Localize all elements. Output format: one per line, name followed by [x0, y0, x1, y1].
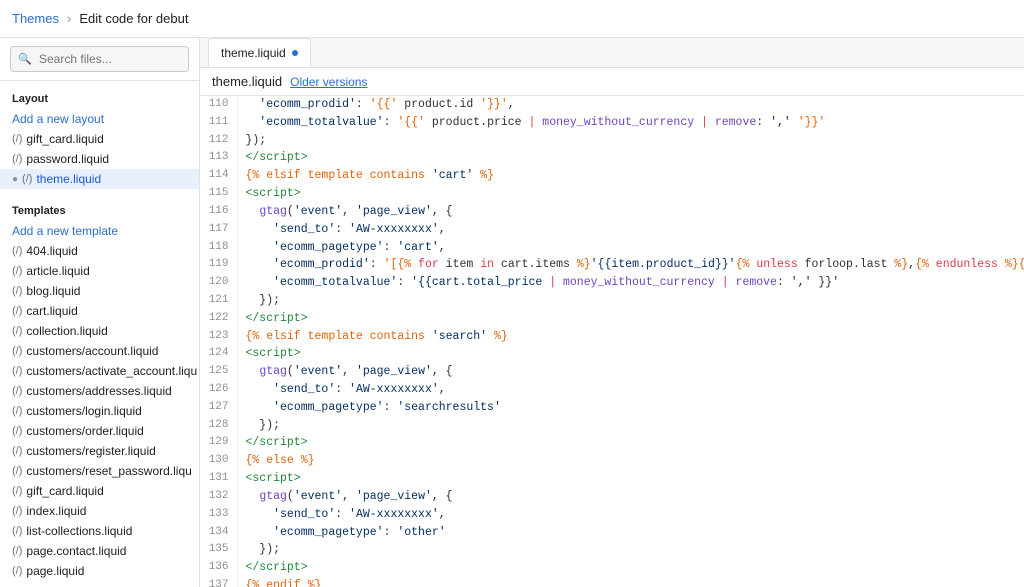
- editor-header: theme.liquid Older versions: [200, 68, 1024, 96]
- list-item[interactable]: (/)cart.liquid: [0, 301, 199, 321]
- code-line: 122 </script>: [201, 310, 1024, 328]
- code-line: 134 'ecomm_pagetype': 'other': [201, 524, 1024, 542]
- code-table: 110 'ecomm_prodid': '{{' product.id '}}'…: [200, 96, 1024, 587]
- code-editor[interactable]: 110 'ecomm_prodid': '{{' product.id '}}'…: [200, 96, 1024, 587]
- add-layout-link[interactable]: Add a new layout: [0, 109, 199, 129]
- code-line: 137 {% endif %}: [201, 577, 1024, 587]
- list-item[interactable]: (/)gift_card.liquid: [0, 481, 199, 501]
- layout-section-header: Layout: [0, 89, 199, 109]
- list-item[interactable]: (/)page.liquid: [0, 561, 199, 581]
- code-line: 136 </script>: [201, 559, 1024, 577]
- code-line: 110 'ecomm_prodid': '{{' product.id '}}'…: [201, 96, 1024, 114]
- sidebar: 🔍 Layout Add a new layout (/) gift_card.…: [0, 38, 200, 587]
- code-line: 121 });: [201, 292, 1024, 310]
- older-versions-link[interactable]: Older versions: [290, 75, 367, 89]
- code-line: 128 });: [201, 417, 1024, 435]
- search-area: 🔍: [0, 38, 199, 81]
- list-item[interactable]: (/)page.contact.liquid: [0, 541, 199, 561]
- list-item[interactable]: (/)article.liquid: [0, 261, 199, 281]
- list-item[interactable]: (/) gift_card.liquid: [0, 129, 199, 149]
- code-line: 113 </script>: [201, 149, 1024, 167]
- add-template-link[interactable]: Add a new template: [0, 221, 199, 241]
- tab-label: theme.liquid: [221, 46, 286, 60]
- editor-filename: theme.liquid: [212, 74, 282, 89]
- list-item[interactable]: (/)blog.liquid: [0, 281, 199, 301]
- breadcrumb-separator: ›: [67, 11, 71, 26]
- list-item[interactable]: (/)customers/login.liquid: [0, 401, 199, 421]
- code-line: 125 gtag('event', 'page_view', {: [201, 363, 1024, 381]
- code-line: 135 });: [201, 541, 1024, 559]
- search-icon: 🔍: [18, 53, 32, 66]
- list-item[interactable]: (/)404.liquid: [0, 241, 199, 261]
- list-item-active[interactable]: ● (/) theme.liquid: [0, 169, 199, 189]
- editor-tabs: theme.liquid: [200, 38, 1024, 68]
- code-line: 114 {% elsif template contains 'cart' %}: [201, 167, 1024, 185]
- list-item[interactable]: (/) password.liquid: [0, 149, 199, 169]
- code-line: 133 'send_to': 'AW-xxxxxxxx',: [201, 506, 1024, 524]
- list-item[interactable]: (/)customers/account.liquid: [0, 341, 199, 361]
- code-line: 129 </script>: [201, 434, 1024, 452]
- code-line: 116 gtag('event', 'page_view', {: [201, 203, 1024, 221]
- list-item[interactable]: (/)index.liquid: [0, 501, 199, 521]
- list-item[interactable]: (/)customers/reset_password.liqu: [0, 461, 199, 481]
- code-line: 112 });: [201, 132, 1024, 150]
- code-line: 127 'ecomm_pagetype': 'searchresults': [201, 399, 1024, 417]
- code-line: 111 'ecomm_totalvalue': '{{' product.pri…: [201, 114, 1024, 132]
- list-item[interactable]: (/)customers/addresses.liquid: [0, 381, 199, 401]
- editor-tab[interactable]: theme.liquid: [208, 38, 311, 67]
- list-item[interactable]: (/)customers/register.liquid: [0, 441, 199, 461]
- templates-section: Templates Add a new template (/)404.liqu…: [0, 193, 199, 585]
- code-line: 119 'ecomm_prodid': '[{% for item in car…: [201, 256, 1024, 274]
- code-line: 130 {% else %}: [201, 452, 1024, 470]
- editor-area: theme.liquid theme.liquid Older versions…: [200, 38, 1024, 587]
- templates-section-header: Templates: [0, 201, 199, 221]
- search-input[interactable]: [10, 46, 189, 72]
- layout-section: Layout Add a new layout (/) gift_card.li…: [0, 81, 199, 193]
- code-line: 124 <script>: [201, 345, 1024, 363]
- tab-modified-dot: [292, 50, 298, 56]
- code-line: 132 gtag('event', 'page_view', {: [201, 488, 1024, 506]
- list-item[interactable]: (/)customers/order.liquid: [0, 421, 199, 441]
- main-layout: 🔍 Layout Add a new layout (/) gift_card.…: [0, 38, 1024, 587]
- code-line: 118 'ecomm_pagetype': 'cart',: [201, 239, 1024, 257]
- code-line: 131 <script>: [201, 470, 1024, 488]
- code-line: 120 'ecomm_totalvalue': '{{cart.total_pr…: [201, 274, 1024, 292]
- themes-link[interactable]: Themes: [12, 11, 59, 26]
- code-line: 126 'send_to': 'AW-xxxxxxxx',: [201, 381, 1024, 399]
- list-item[interactable]: (/)list-collections.liquid: [0, 521, 199, 541]
- list-item[interactable]: (/)collection.liquid: [0, 321, 199, 341]
- code-line: 115 <script>: [201, 185, 1024, 203]
- code-line: 117 'send_to': 'AW-xxxxxxxx',: [201, 221, 1024, 239]
- page-title: Edit code for debut: [79, 11, 188, 26]
- top-bar: Themes › Edit code for debut: [0, 0, 1024, 38]
- list-item[interactable]: (/)customers/activate_account.liqu: [0, 361, 199, 381]
- code-line: 123 {% elsif template contains 'search' …: [201, 328, 1024, 346]
